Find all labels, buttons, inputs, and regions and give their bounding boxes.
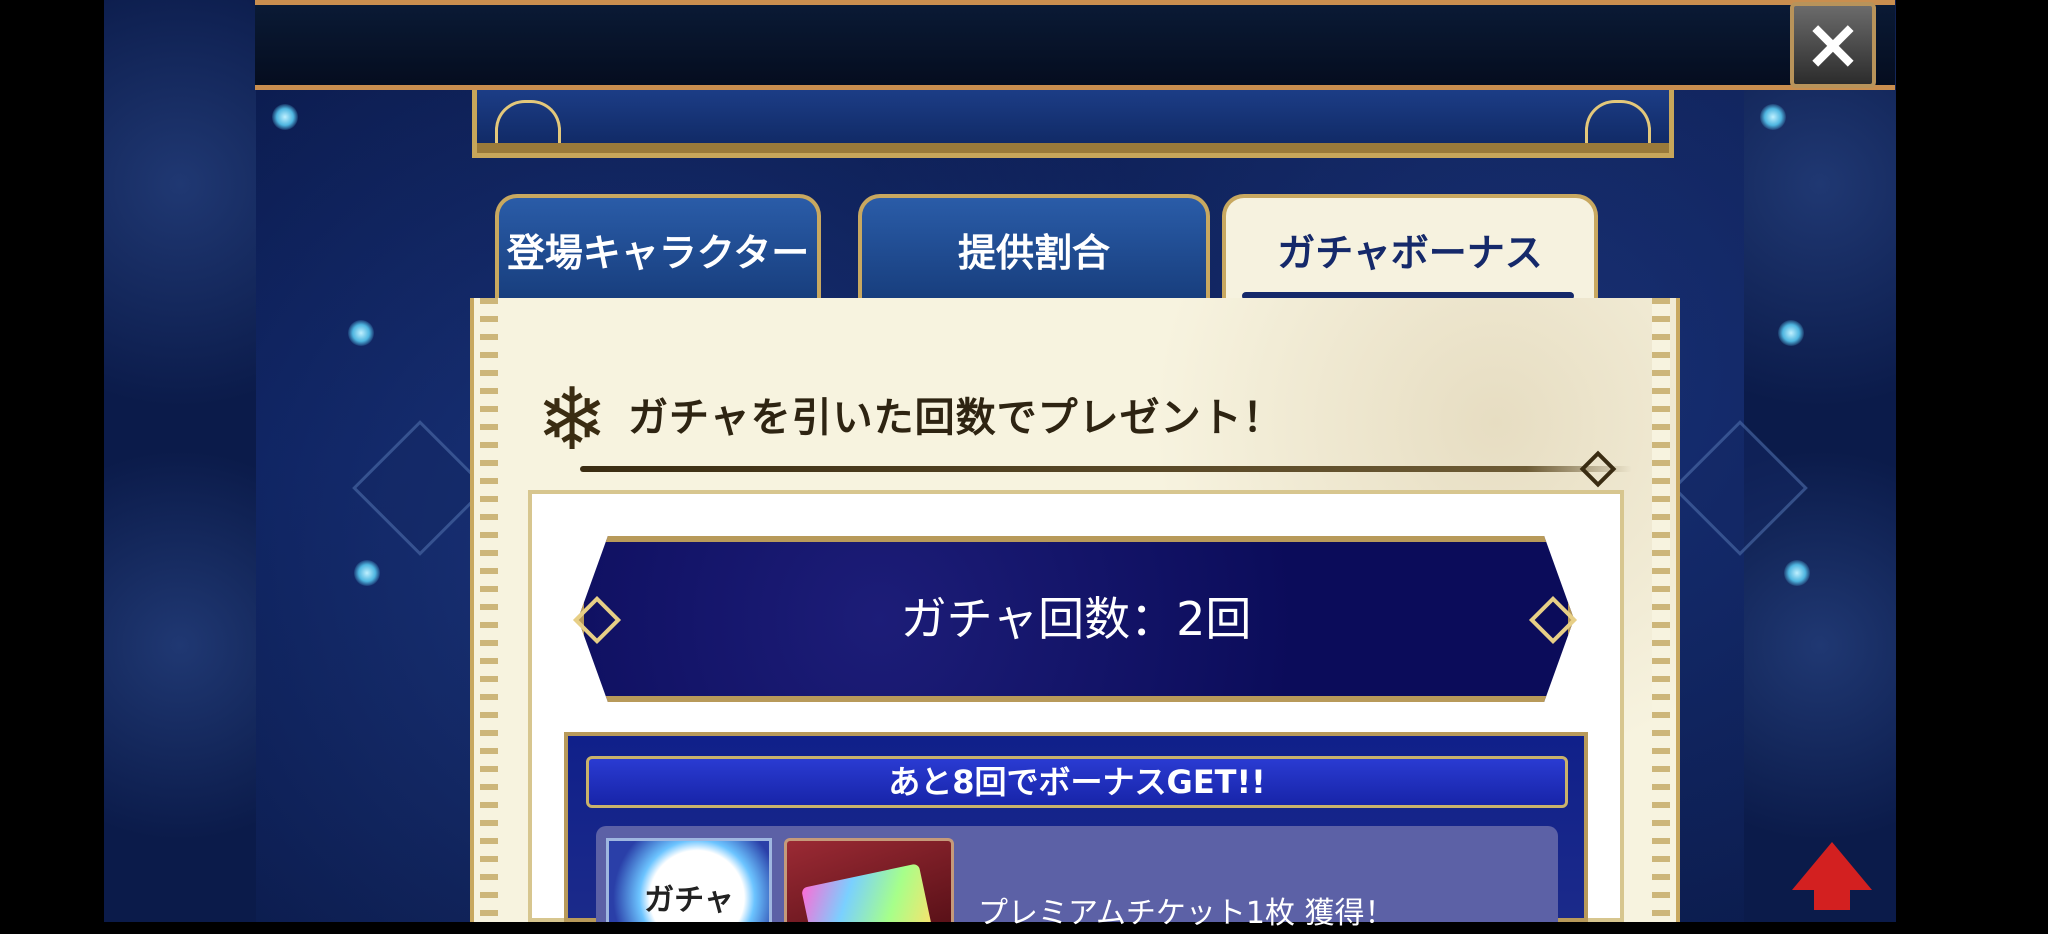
tab-gacha-bonus[interactable]: ガチャボーナス xyxy=(1222,194,1598,302)
bonus-header-text: あと8回でボーナスGET!! xyxy=(888,763,1266,801)
tab-label: 提供割合 xyxy=(957,231,1110,275)
tab-characters[interactable]: 登場キャラクター xyxy=(495,194,821,302)
ticket-icon xyxy=(801,863,933,922)
glow-orb xyxy=(1760,104,1786,130)
glow-orb xyxy=(272,104,298,130)
panel-edge-ornament xyxy=(1652,298,1670,922)
snowflake-icon: ❄ xyxy=(535,370,609,470)
section-title: ガチャを引いた回数でプレゼント！ xyxy=(628,395,1284,441)
glow-orb xyxy=(354,560,380,586)
glow-orb xyxy=(1784,560,1810,586)
gacha-orb-icon: ガチャ xyxy=(606,838,772,922)
tab-label: 登場キャラクター xyxy=(506,231,810,275)
scroll-up-arrow-stem[interactable] xyxy=(1814,888,1850,910)
gacha-count-banner: ガチャ回数：2回 xyxy=(578,536,1574,702)
tab-rates[interactable]: 提供割合 xyxy=(858,194,1210,302)
dialog-title-plate xyxy=(472,90,1674,158)
bonus-remaining-header: あと8回でボーナスGET!! xyxy=(586,756,1568,808)
glow-orb xyxy=(1778,320,1804,346)
panel-edge-ornament xyxy=(480,298,498,922)
dialog-header-bar xyxy=(255,0,1895,90)
gacha-count-text: ガチャ回数：2回 xyxy=(900,592,1252,646)
tab-label: ガチャボーナス xyxy=(1277,231,1543,275)
scroll-up-arrow-icon[interactable] xyxy=(1792,842,1872,890)
glow-orb xyxy=(348,320,374,346)
corner-flourish-icon xyxy=(1585,100,1651,143)
background-diamond-ornament xyxy=(352,420,488,556)
corner-flourish-icon xyxy=(495,100,561,143)
premium-ticket-icon xyxy=(784,838,954,922)
reward-description: プレミアムチケット1枚 獲得！ xyxy=(978,896,1395,931)
close-button[interactable]: × xyxy=(1790,2,1876,88)
title-divider xyxy=(580,466,1632,472)
left-background-pattern xyxy=(104,0,256,922)
reward-icon-label: ガチャ xyxy=(644,883,734,918)
